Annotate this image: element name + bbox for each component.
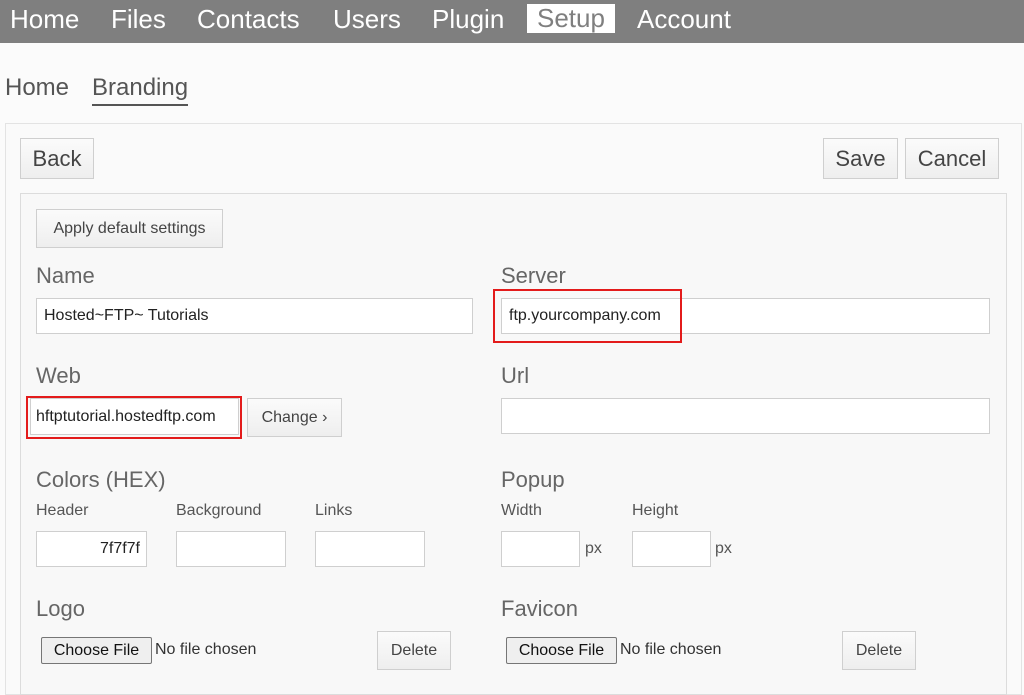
- background-color-input[interactable]: [176, 531, 286, 567]
- popup-label: Popup: [501, 467, 565, 492]
- apply-default-settings-button[interactable]: Apply default settings: [36, 209, 223, 248]
- nav-account[interactable]: Account: [637, 0, 731, 38]
- url-input[interactable]: [501, 398, 990, 434]
- web-label: Web: [36, 363, 81, 388]
- popup-height-label: Height: [632, 502, 679, 519]
- favicon-choose-file-button[interactable]: Choose File: [506, 637, 617, 664]
- name-label: Name: [36, 263, 95, 288]
- url-label: Url: [501, 363, 530, 388]
- links-color-input[interactable]: [315, 531, 425, 567]
- nav-setup[interactable]: Setup: [527, 4, 615, 33]
- logo-choose-file-button[interactable]: Choose File: [41, 637, 152, 664]
- cancel-button[interactable]: Cancel: [905, 138, 999, 179]
- back-button[interactable]: Back: [20, 138, 94, 179]
- breadcrumb-branding: Branding: [92, 74, 189, 106]
- top-nav-bar: Home Files Contacts Users Plugin Setup A…: [0, 0, 1024, 43]
- links-color-label: Links: [315, 502, 353, 519]
- popup-width-input[interactable]: [501, 531, 580, 567]
- logo-delete-button[interactable]: Delete: [377, 631, 451, 670]
- favicon-delete-button[interactable]: Delete: [842, 631, 916, 670]
- background-color-label: Background: [176, 502, 262, 519]
- nav-contacts[interactable]: Contacts: [197, 0, 300, 38]
- logo-file-status: No file chosen: [155, 641, 257, 658]
- popup-width-label: Width: [501, 502, 542, 519]
- popup-height-input[interactable]: [632, 531, 711, 567]
- save-button[interactable]: Save: [823, 138, 898, 179]
- logo-label: Logo: [36, 596, 85, 621]
- header-color-input[interactable]: 7f7f7f: [36, 531, 147, 567]
- name-input[interactable]: Hosted~FTP~ Tutorials: [36, 298, 473, 334]
- nav-plugin[interactable]: Plugin: [432, 0, 504, 38]
- change-web-button[interactable]: Change ›: [247, 398, 342, 437]
- breadcrumb-home[interactable]: Home: [5, 74, 69, 102]
- server-input[interactable]: ftp.yourcompany.com: [501, 298, 990, 334]
- server-label: Server: [501, 263, 566, 288]
- header-color-label: Header: [36, 502, 89, 519]
- nav-files[interactable]: Files: [111, 0, 166, 38]
- favicon-file-status: No file chosen: [620, 641, 722, 658]
- nav-home[interactable]: Home: [10, 0, 79, 38]
- popup-height-unit: px: [715, 540, 732, 557]
- popup-width-unit: px: [585, 540, 602, 557]
- favicon-label: Favicon: [501, 596, 579, 621]
- nav-users[interactable]: Users: [333, 0, 401, 38]
- web-input[interactable]: hftptutorial.hostedftp.com: [30, 398, 239, 435]
- colors-label: Colors (HEX): [36, 467, 166, 492]
